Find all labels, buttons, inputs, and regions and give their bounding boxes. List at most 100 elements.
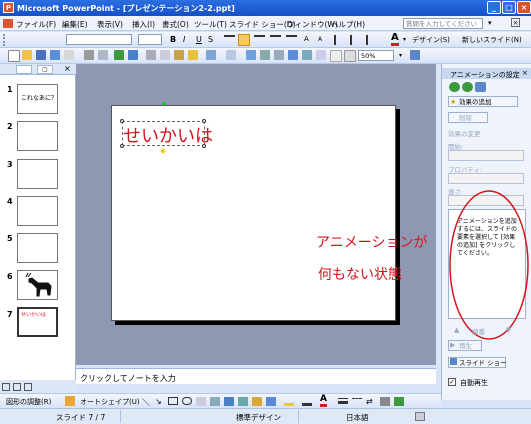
zoom-combo[interactable]: 50% — [358, 50, 394, 61]
home-icon[interactable] — [475, 82, 486, 92]
draw-menu-button[interactable]: 図形の調整(R) — [6, 397, 51, 407]
align-center-icon[interactable] — [238, 34, 250, 46]
menu-insert[interactable]: 挿入(I) — [132, 19, 155, 30]
vertical-scrollbar[interactable] — [436, 64, 441, 365]
picture-icon[interactable] — [266, 397, 276, 406]
spelling-icon[interactable] — [114, 50, 124, 60]
copy-icon[interactable] — [160, 50, 170, 60]
expand-icon[interactable] — [316, 50, 326, 60]
slides-tab[interactable]: ▢ — [37, 65, 53, 74]
wordart-icon[interactable] — [224, 397, 234, 406]
research-icon[interactable] — [128, 50, 138, 60]
sorter-view-icon[interactable] — [13, 383, 21, 391]
back-icon[interactable] — [449, 82, 460, 92]
doc-icon[interactable] — [3, 19, 13, 28]
toolbar-grip[interactable] — [3, 34, 7, 46]
menu-format[interactable]: 書式(O) — [162, 19, 189, 30]
rectangle-icon[interactable] — [168, 397, 178, 405]
italic-button[interactable]: I — [183, 35, 185, 44]
normal-view-icon[interactable] — [2, 383, 10, 391]
align-menu-icon[interactable] — [366, 35, 377, 45]
tables-borders-icon[interactable] — [274, 50, 284, 60]
close-button[interactable]: × — [517, 1, 531, 14]
align-left-icon[interactable] — [224, 35, 235, 45]
slide-thumbnail-7[interactable]: せいかいは — [17, 307, 58, 337]
underline-button[interactable]: U — [196, 35, 202, 44]
forward-icon[interactable] — [462, 82, 473, 92]
maximize-button[interactable]: □ — [502, 1, 516, 14]
paste-icon[interactable] — [174, 50, 184, 60]
decrease-font-icon[interactable]: A — [318, 36, 322, 43]
help-icon[interactable] — [410, 50, 420, 60]
remove-button[interactable]: 削除 — [448, 112, 488, 123]
shadow-style-icon[interactable] — [380, 397, 390, 406]
diagram-icon[interactable] — [302, 50, 312, 60]
arrow-style-icon[interactable]: ⇄ — [366, 397, 373, 406]
permission-icon[interactable] — [50, 50, 60, 60]
dash-style-icon[interactable] — [352, 398, 362, 404]
doc-close-icon[interactable]: × — [511, 18, 520, 27]
slide-thumbnail-6[interactable] — [17, 270, 58, 300]
print-preview-icon[interactable] — [98, 50, 108, 60]
design-button[interactable]: デザイン(S) — [412, 35, 450, 45]
font-name-combo[interactable] — [66, 34, 132, 45]
print-icon[interactable] — [84, 50, 94, 60]
spelling-status-icon[interactable] — [415, 412, 425, 421]
arrow-icon[interactable]: ↘ — [155, 397, 162, 406]
menu-file[interactable]: ファイル(F) — [16, 19, 56, 30]
save-icon[interactable] — [36, 50, 46, 60]
menu-help[interactable]: ヘルプ(H) — [331, 19, 365, 30]
outline-tab[interactable] — [16, 65, 32, 74]
new-icon[interactable] — [8, 50, 20, 62]
rotate-handle[interactable] — [162, 102, 166, 106]
redo-icon[interactable] — [226, 50, 236, 60]
bold-button[interactable]: B — [170, 35, 176, 44]
add-effect-button[interactable]: 効果の追加 — [448, 96, 518, 107]
question-dropdown-icon[interactable]: ▾ — [488, 19, 492, 27]
clipart-icon[interactable] — [252, 397, 262, 406]
slide-text[interactable]: せいかいは — [123, 122, 213, 148]
font-color-button[interactable]: A — [391, 33, 399, 46]
increase-indent-icon[interactable] — [350, 35, 361, 45]
menu-edit[interactable]: 編集(E) — [62, 19, 88, 30]
adjust-handle[interactable] — [160, 148, 166, 154]
new-slide-button[interactable]: 新しいスライド(N) — [462, 35, 522, 45]
decrease-indent-icon[interactable] — [334, 35, 345, 45]
increase-font-icon[interactable]: A — [304, 35, 309, 43]
autoplay-checkbox[interactable]: ✓ — [448, 378, 456, 386]
question-input[interactable]: 質問を入力してください — [403, 18, 483, 29]
undo-icon[interactable] — [206, 50, 216, 60]
slide-thumbnail-3[interactable] — [17, 159, 58, 189]
font-size-combo[interactable] — [138, 34, 162, 45]
slide-thumbnail-4[interactable] — [17, 196, 58, 226]
fill-color-icon[interactable] — [284, 397, 294, 406]
slideshow-view-icon[interactable] — [24, 383, 32, 391]
bullets-icon[interactable] — [286, 35, 297, 45]
slide-thumbnail-2[interactable] — [17, 121, 58, 151]
zoom-dropdown-icon[interactable]: ▾ — [399, 52, 402, 59]
menu-view[interactable]: 表示(V) — [97, 19, 123, 30]
minimize-button[interactable]: _ — [487, 1, 501, 14]
chart-icon[interactable] — [246, 50, 256, 60]
line-color-icon[interactable] — [302, 397, 312, 406]
diagram-icon[interactable] — [238, 397, 248, 406]
shadow-button[interactable]: S — [208, 35, 213, 44]
vertical-textbox-icon[interactable] — [210, 397, 220, 406]
menu-slideshow[interactable]: スライド ショー(D) — [229, 19, 296, 30]
slide-thumbnail-1[interactable]: これなあに？ — [17, 84, 58, 114]
grid-icon[interactable] — [330, 50, 342, 62]
line-style-icon[interactable] — [338, 398, 348, 404]
align-right-icon[interactable] — [254, 35, 265, 45]
numbering-icon[interactable] — [270, 35, 281, 45]
table-icon[interactable] — [260, 50, 270, 60]
insert-picture-icon[interactable] — [288, 50, 298, 60]
format-painter-icon[interactable] — [188, 50, 198, 60]
textbox-icon[interactable] — [196, 397, 206, 406]
select-objects-icon[interactable] — [65, 396, 75, 406]
3d-style-icon[interactable] — [394, 397, 404, 406]
open-icon[interactable] — [22, 50, 32, 60]
font-color-dropdown-icon[interactable]: ▾ — [403, 36, 406, 43]
cut-icon[interactable] — [146, 50, 156, 60]
property-dropdown[interactable] — [448, 173, 524, 184]
reorder-down-icon[interactable]: ▼ — [506, 326, 511, 334]
